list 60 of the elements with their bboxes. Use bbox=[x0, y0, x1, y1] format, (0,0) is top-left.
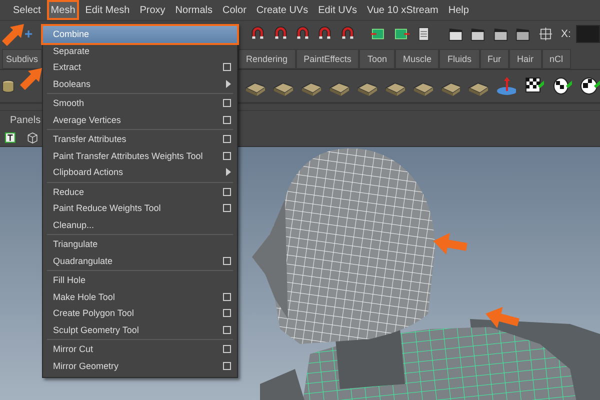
pivot-manipulator-icon[interactable] bbox=[494, 75, 516, 97]
option-box-icon[interactable] bbox=[223, 326, 231, 334]
submenu-arrow-icon bbox=[226, 80, 231, 88]
menu-item[interactable]: Booleans bbox=[43, 76, 237, 92]
menu-bar-item[interactable]: Help bbox=[444, 0, 473, 20]
menu-bar-item[interactable]: Edit UVs bbox=[314, 0, 362, 20]
menu-item[interactable]: Transfer Attributes bbox=[43, 131, 237, 148]
option-box-icon[interactable] bbox=[223, 204, 231, 212]
shelf-tab[interactable]: Fur bbox=[480, 49, 509, 69]
shelf-tab[interactable]: Rendering bbox=[238, 49, 296, 69]
shelf-tab[interactable]: PaintEffects bbox=[296, 49, 360, 69]
menu-item[interactable]: Triangulate bbox=[43, 236, 237, 252]
menu-item[interactable]: Create Polygon Tool bbox=[43, 305, 237, 322]
option-box-icon[interactable] bbox=[223, 309, 231, 318]
option-box-icon[interactable] bbox=[223, 116, 231, 124]
menu-item[interactable]: Clipboard Actions bbox=[43, 164, 237, 180]
option-box-icon[interactable] bbox=[223, 63, 231, 72]
shelf-tab[interactable]: Toon bbox=[359, 49, 395, 69]
shelf-tab[interactable]: Hair bbox=[509, 49, 542, 69]
x-input-field[interactable] bbox=[576, 25, 600, 43]
shelf-tab[interactable]: Muscle bbox=[394, 49, 440, 69]
menu-item[interactable]: Cleanup... bbox=[43, 216, 237, 233]
menu-item[interactable]: Mirror Geometry bbox=[43, 358, 237, 374]
checker-icon[interactable] bbox=[578, 75, 600, 97]
menu-bar-item[interactable]: Vue 10 xStream bbox=[363, 0, 442, 20]
shelf-tab[interactable]: nCl bbox=[542, 49, 572, 69]
menu-item[interactable]: Make Hole Tool bbox=[43, 288, 237, 305]
menu-bar-item[interactable]: Mesh bbox=[46, 0, 80, 20]
shelf-tab[interactable]: Fluids bbox=[439, 49, 480, 69]
field-label: X: bbox=[561, 28, 571, 40]
menu-bar-item[interactable]: Create UVs bbox=[252, 0, 312, 20]
menu-bar-item[interactable]: Normals bbox=[171, 0, 217, 20]
menu-item[interactable]: Sculpt Geometry Tool bbox=[43, 322, 237, 338]
menu-item[interactable]: Separate bbox=[43, 42, 237, 59]
menu-item[interactable]: Paint Reduce Weights Tool bbox=[43, 200, 237, 216]
panels-menu[interactable]: Panels bbox=[10, 115, 41, 126]
menu-item[interactable]: Mirror Cut bbox=[43, 341, 237, 358]
menu-item[interactable]: Smooth bbox=[43, 95, 237, 112]
menu-bar-item[interactable]: Edit Mesh bbox=[81, 0, 134, 20]
submenu-arrow-icon bbox=[226, 168, 231, 176]
option-box-icon[interactable] bbox=[223, 135, 231, 144]
annotation-arrow-icon bbox=[2, 24, 24, 46]
menu-bar-item[interactable]: Select bbox=[9, 0, 45, 20]
menu-item[interactable]: Reduce bbox=[43, 184, 237, 200]
option-box-icon[interactable] bbox=[223, 345, 231, 354]
menu-bar-item[interactable]: Color bbox=[218, 0, 250, 20]
menu-item[interactable]: Quadrangulate bbox=[43, 252, 237, 269]
menu-item[interactable]: Paint Transfer Attributes Weights Tool bbox=[43, 148, 237, 164]
option-box-icon[interactable] bbox=[223, 256, 231, 265]
option-box-icon[interactable] bbox=[223, 152, 231, 160]
menu-item[interactable]: Average Vertices bbox=[43, 112, 237, 128]
option-box-icon[interactable] bbox=[223, 99, 231, 108]
menu-bar-item[interactable]: Proxy bbox=[136, 0, 170, 20]
option-box-icon[interactable] bbox=[223, 362, 231, 370]
option-box-icon[interactable] bbox=[223, 292, 231, 301]
annotation-arrow-icon bbox=[20, 68, 42, 90]
shelf-tab[interactable]: Subdivs bbox=[2, 49, 42, 69]
menu-item[interactable]: Extract bbox=[43, 59, 237, 76]
option-box-icon[interactable] bbox=[223, 188, 231, 196]
menu-item[interactable]: Fill Hole bbox=[43, 272, 237, 288]
